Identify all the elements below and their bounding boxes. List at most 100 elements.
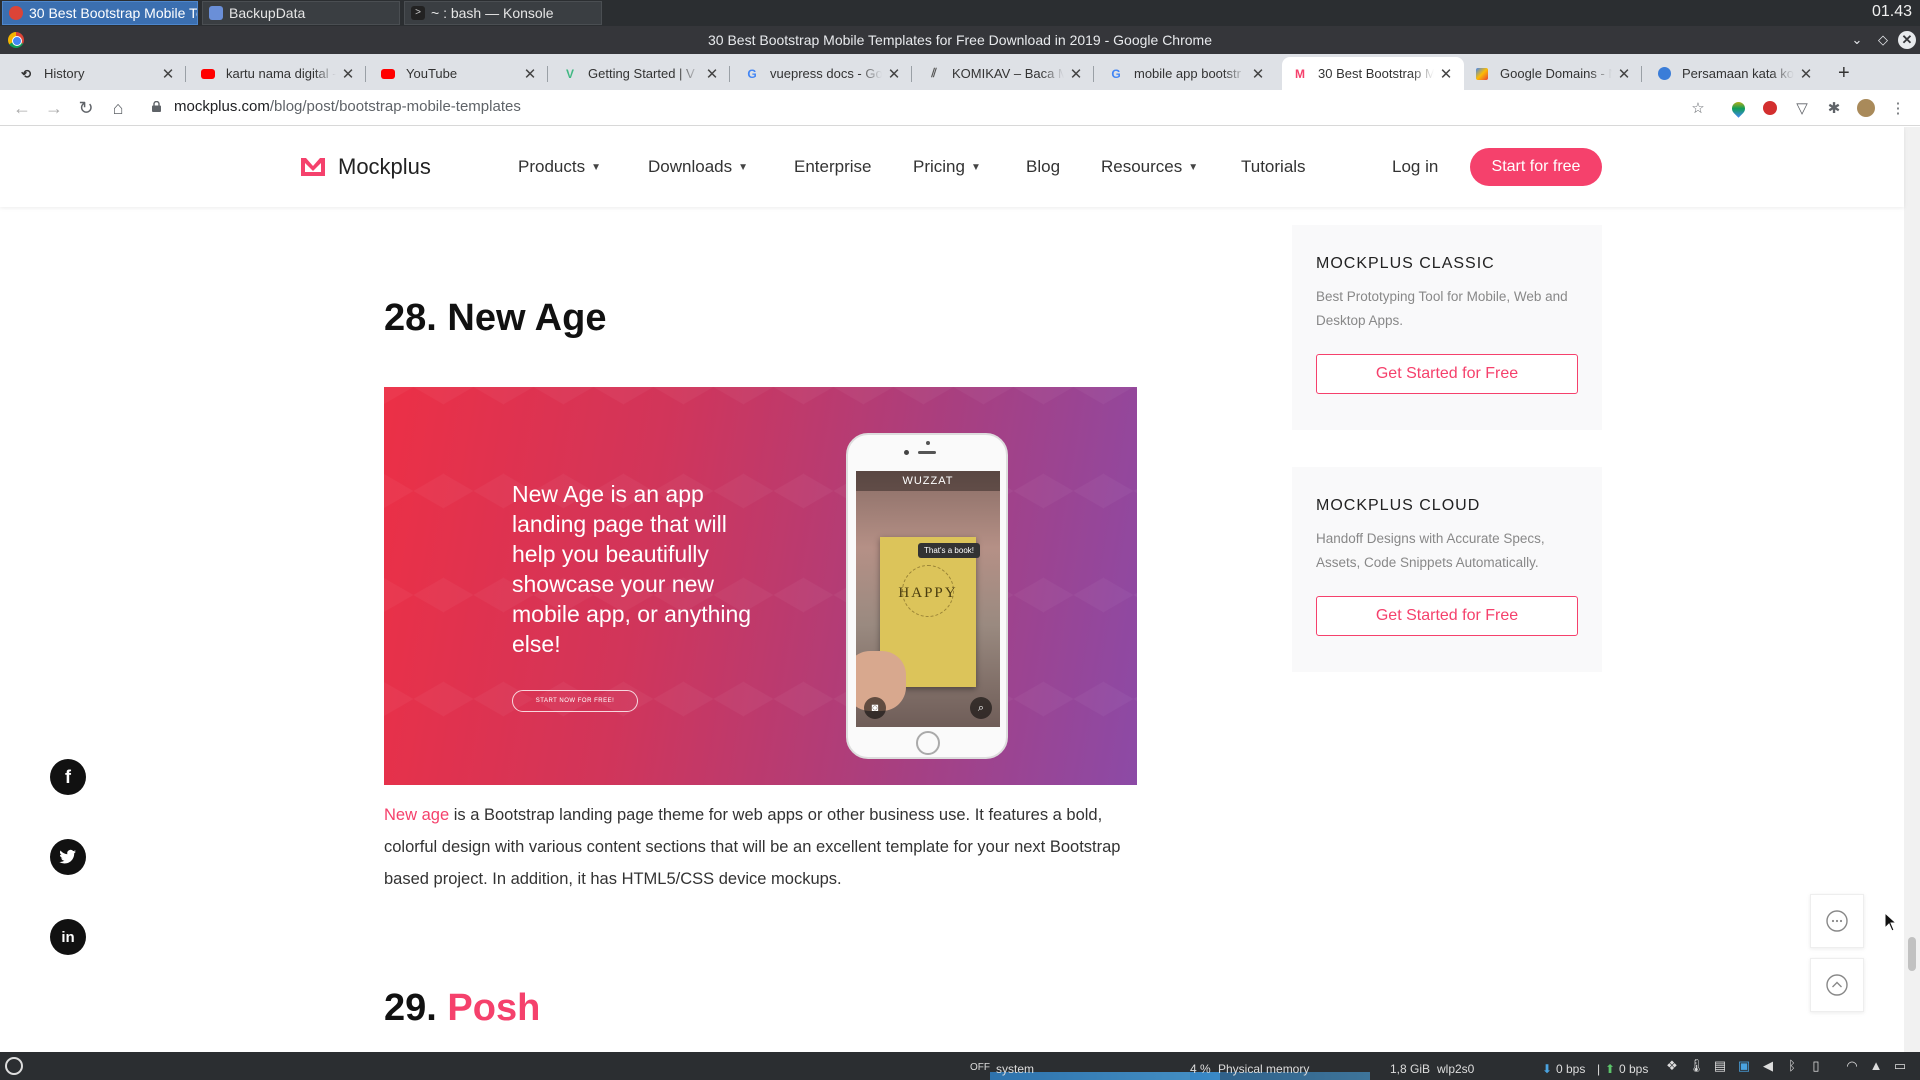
- close-tab-icon[interactable]: ✕: [1068, 65, 1084, 83]
- nav-downloads[interactable]: Downloads ▼: [648, 157, 748, 177]
- reload-icon[interactable]: ↻: [74, 96, 98, 120]
- close-tab-icon[interactable]: ✕: [1616, 65, 1632, 83]
- tab-history[interactable]: ⟲ History ✕: [8, 57, 186, 90]
- app-launcher-icon[interactable]: [5, 1057, 23, 1075]
- nav-label: Downloads: [648, 157, 733, 176]
- facebook-icon[interactable]: f: [50, 759, 86, 795]
- tab-komikav[interactable]: ⫽ KOMIKAV – Baca M ✕: [916, 57, 1094, 90]
- phone-camera: [926, 441, 930, 445]
- task-label: BackupData: [229, 5, 306, 21]
- new-age-link[interactable]: New age: [384, 806, 449, 824]
- extension-heart-icon[interactable]: [1728, 98, 1748, 118]
- scrollbar-thumb[interactable]: [1908, 937, 1916, 971]
- minimize-icon[interactable]: ⌄: [1848, 31, 1866, 49]
- clipboard-icon[interactable]: ▤: [1712, 1058, 1728, 1074]
- extensions-puzzle-icon[interactable]: ✱: [1824, 98, 1844, 118]
- close-tab-icon[interactable]: ✕: [160, 65, 176, 83]
- close-tab-icon[interactable]: ✕: [1798, 65, 1814, 83]
- nav-products[interactable]: Products ▼: [518, 157, 601, 177]
- temperature-icon[interactable]: 🌡: [1688, 1058, 1705, 1074]
- sidebar-card-classic: MOCKPLUS CLASSIC Best Prototyping Tool f…: [1292, 225, 1602, 430]
- nav-tutorials[interactable]: Tutorials: [1241, 157, 1306, 177]
- clock: 01.43: [1871, 3, 1912, 20]
- close-tab-icon[interactable]: ✕: [1250, 65, 1266, 83]
- close-tab-icon[interactable]: ✕: [886, 65, 902, 83]
- close-tab-icon[interactable]: ✕: [340, 65, 356, 83]
- back-icon[interactable]: ←: [10, 96, 34, 120]
- task-backupdata[interactable]: BackupData: [202, 1, 400, 25]
- page-scrollbar[interactable]: [1904, 127, 1920, 1052]
- nav-blog[interactable]: Blog: [1026, 157, 1060, 177]
- nav-enterprise[interactable]: Enterprise: [794, 157, 871, 177]
- battery-icon[interactable]: ▯: [1808, 1058, 1824, 1074]
- tab-getting-started[interactable]: V Getting Started | V ✕: [552, 57, 730, 90]
- document-icon: [209, 6, 223, 20]
- task-label: ~ : bash — Konsole: [431, 5, 554, 21]
- dropbox-icon[interactable]: ❖: [1664, 1058, 1680, 1074]
- lock-icon[interactable]: [152, 101, 161, 112]
- new-tab-icon[interactable]: +: [1838, 62, 1850, 85]
- tab-vuepress-docs[interactable]: G vuepress docs - Goo ✕: [734, 57, 912, 90]
- book-title: HAPPY: [898, 585, 958, 601]
- login-link[interactable]: Log in: [1392, 157, 1438, 177]
- chat-button[interactable]: [1810, 894, 1864, 948]
- home-icon[interactable]: ⌂: [106, 96, 130, 120]
- address-bar[interactable]: mockplus.com/blog/post/bootstrap-mobile-…: [174, 98, 521, 115]
- twitter-icon[interactable]: [50, 839, 86, 875]
- avatar[interactable]: [1856, 98, 1876, 118]
- page-viewport: Mockplus Products ▼ Downloads ▼ Enterprise…: [0, 127, 1920, 1052]
- get-started-cloud-button[interactable]: Get Started for Free: [1316, 596, 1578, 636]
- komikav-icon: ⫽: [931, 66, 937, 80]
- posh-link[interactable]: Posh: [447, 987, 540, 1029]
- memory-label: Physical memory: [1218, 1062, 1310, 1076]
- close-tab-icon[interactable]: ✕: [522, 65, 538, 83]
- volume-icon[interactable]: ◀: [1760, 1058, 1776, 1074]
- tray-expand-icon[interactable]: ▲: [1868, 1058, 1884, 1074]
- maximize-icon[interactable]: ◇: [1874, 31, 1892, 49]
- linkedin-icon[interactable]: in: [50, 919, 86, 955]
- forward-icon[interactable]: →: [42, 96, 66, 120]
- nav-label: Resources: [1101, 157, 1183, 176]
- show-desktop-icon[interactable]: ▭: [1892, 1058, 1908, 1074]
- bookmark-star-icon[interactable]: ☆: [1688, 98, 1708, 118]
- tab-persamaan-kata[interactable]: Persamaan kata ko ✕: [1646, 57, 1824, 90]
- rate-separator: |: [1597, 1062, 1601, 1076]
- youtube-icon: [380, 66, 396, 82]
- nav-label: Tutorials: [1241, 157, 1306, 176]
- tab-youtube[interactable]: YouTube ✕: [370, 57, 548, 90]
- tab-label: KOMIKAV – Baca M: [952, 66, 1064, 81]
- extension-adblock-icon[interactable]: [1760, 98, 1780, 118]
- nav-label: Enterprise: [794, 157, 872, 176]
- login-label: Log in: [1392, 157, 1439, 176]
- tab-30-best-bootstrap[interactable]: M 30 Best Bootstrap M ✕: [1282, 57, 1464, 90]
- tab-mobile-app-bootstrap[interactable]: G mobile app bootstr ✕: [1098, 57, 1276, 90]
- close-tab-icon[interactable]: ✕: [1438, 65, 1454, 83]
- close-window-icon[interactable]: ✕: [1898, 31, 1916, 49]
- tab-google-domains[interactable]: Google Domains - N ✕: [1464, 57, 1642, 90]
- tab-strip: ⟲ History ✕ kartu nama digital - ✕ YouTu…: [0, 54, 1920, 90]
- nav-resources[interactable]: Resources ▼: [1101, 157, 1198, 177]
- url-path: /blog/post/bootstrap-mobile-templates: [269, 98, 521, 115]
- bluetooth-icon[interactable]: ᛒ: [1784, 1058, 1800, 1074]
- display-icon[interactable]: ▣: [1736, 1058, 1752, 1074]
- wifi-icon[interactable]: ◠: [1844, 1058, 1860, 1074]
- nav-label: Pricing: [913, 157, 965, 176]
- start-for-free-button[interactable]: Start for free: [1470, 148, 1602, 186]
- tab-kartu-nama[interactable]: kartu nama digital - ✕: [190, 57, 366, 90]
- heading-number: 28.: [384, 297, 437, 339]
- task-konsole[interactable]: > ~ : bash — Konsole: [404, 1, 602, 25]
- scroll-to-top-button[interactable]: [1810, 958, 1864, 1012]
- extension-vue-devtools-icon[interactable]: ▽: [1792, 98, 1812, 118]
- get-started-classic-button[interactable]: Get Started for Free: [1316, 354, 1578, 394]
- system-taskbar: 30 Best Bootstrap Mobile Templa... Backu…: [0, 0, 1920, 26]
- brand-logo[interactable]: Mockplus: [300, 154, 431, 180]
- tab-label: Getting Started | V: [588, 66, 695, 81]
- nav-pricing[interactable]: Pricing ▼: [913, 157, 981, 177]
- tab-label: YouTube: [406, 66, 458, 81]
- download-arrow-icon: ⬇: [1542, 1062, 1553, 1076]
- task-chrome[interactable]: 30 Best Bootstrap Mobile Templa...: [2, 1, 198, 25]
- tab-label: mobile app bootstr: [1134, 66, 1241, 81]
- phone-speaker: [918, 451, 936, 454]
- menu-kebab-icon[interactable]: ⋮: [1888, 98, 1908, 118]
- close-tab-icon[interactable]: ✕: [704, 65, 720, 83]
